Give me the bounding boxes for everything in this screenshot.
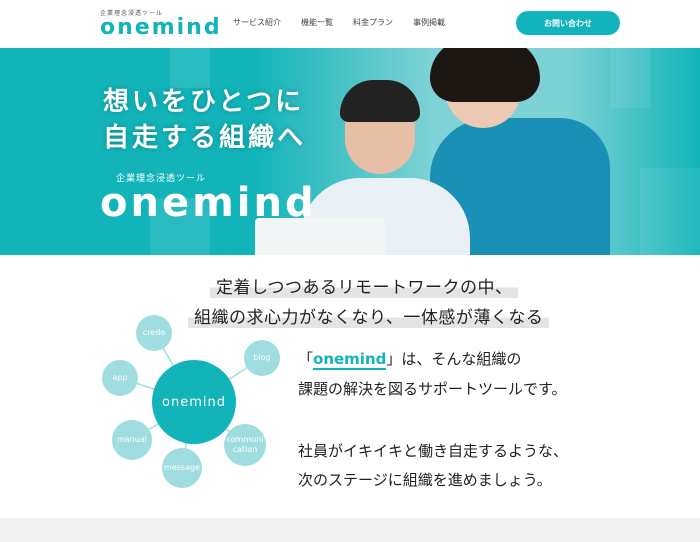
nav-cases[interactable]: 事例掲載 (413, 17, 445, 28)
site-logo[interactable]: 企業理念浸透ツール onemind (100, 8, 222, 40)
hero-tile (170, 48, 210, 88)
diagram-node-blog: blog (244, 340, 280, 376)
hero-headline-line2: 自走する組織へ (103, 123, 307, 153)
diagram-center-onemind: onemind (152, 360, 236, 444)
diagram-node-app: app (102, 360, 138, 396)
site-header: 企業理念浸透ツール onemind サービス紹介 機能一覧 料金プラン 事例掲載… (0, 0, 700, 48)
intro-line-1: 定着しつつあるリモートワークの中、 (210, 273, 519, 298)
description-line-2: 課題の解決を図るサポートツールです。 (298, 380, 567, 398)
diagram-node-message: message (162, 448, 202, 488)
diagram-node-manual: manual (112, 420, 152, 460)
contact-button[interactable]: お問い合わせ (516, 11, 620, 35)
diagram-node-credo: credo (136, 315, 172, 351)
logo-wordmark: onemind (100, 15, 222, 40)
description-line-1: 「onemind」は、そんな組織の (298, 348, 522, 370)
description-line-1-rest: 」は、そんな組織の (386, 350, 522, 368)
description-line-4: 次のステージに組織を進めましょう。 (298, 471, 552, 489)
description-line-3: 社員がイキイキと働き自走するような、 (298, 442, 569, 460)
nav-pricing[interactable]: 料金プラン (353, 17, 393, 28)
nav-service[interactable]: サービス紹介 (233, 17, 281, 28)
section-divider (0, 518, 700, 542)
open-quote: 「 (298, 350, 314, 368)
brand-highlight: onemind (313, 350, 387, 370)
diagram-node-communication: communi cation (224, 424, 266, 466)
main-nav: サービス紹介 機能一覧 料金プラン 事例掲載 (233, 17, 445, 28)
hero-person-woman-hair (430, 48, 540, 102)
hero-headline: 想いをひとつに 自走する組織へ (103, 84, 306, 156)
hero-logo: onemind (100, 180, 317, 226)
hero-banner: 想いをひとつに 自走する組織へ 企業理念浸透ツール onemind (0, 48, 700, 255)
hero-headline-line1: 想いをひとつに (103, 87, 305, 117)
nav-features[interactable]: 機能一覧 (301, 17, 333, 28)
feature-diagram: credo blog app manual message communi ca… (96, 310, 280, 495)
